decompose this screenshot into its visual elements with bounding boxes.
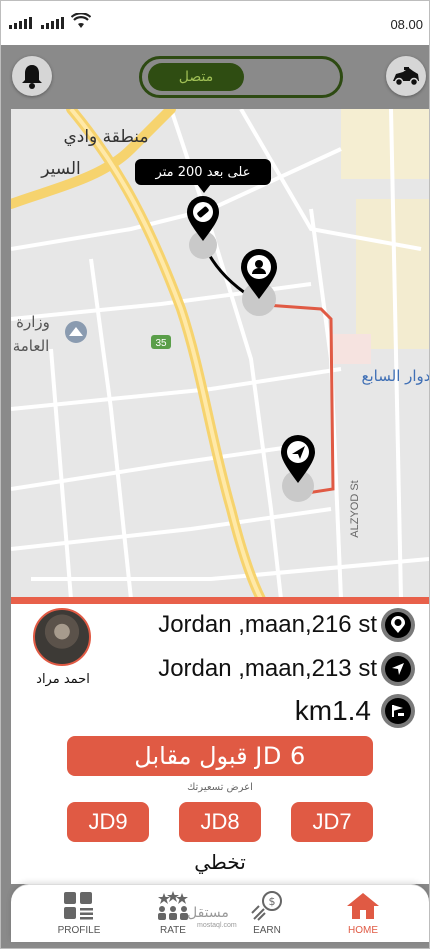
pickup-row: Jordan ,maan,216 st xyxy=(158,608,415,642)
signal-icon-secondary xyxy=(41,15,64,29)
map-label-seventh-circle: دوار السابع xyxy=(362,367,429,385)
map-label-district-2: السير xyxy=(40,159,81,179)
rider-name: احمد مراد xyxy=(36,672,90,687)
dropoff-navigation-icon xyxy=(381,652,415,686)
road-number-label: 35 xyxy=(155,338,167,349)
price-option-jd7[interactable]: JD7 xyxy=(291,802,373,842)
online-status-label: متصل xyxy=(148,63,244,91)
svg-text:$: $ xyxy=(269,895,276,908)
map-label-district: منطقة وادي xyxy=(63,127,148,147)
signal-icon xyxy=(9,15,32,29)
bell-icon xyxy=(22,65,42,89)
nav-profile[interactable]: PROFILE xyxy=(39,891,119,941)
nav-home-label: HOME xyxy=(348,925,378,936)
earn-coin-icon: $ xyxy=(251,891,282,921)
nav-rate-label: RATE xyxy=(160,925,186,936)
map-label-street: ALZYOD St xyxy=(349,480,361,537)
price-option-jd9[interactable]: JD9 xyxy=(67,802,149,842)
nav-profile-label: PROFILE xyxy=(57,925,101,936)
watermark-url: mostaql.com xyxy=(197,922,237,929)
distance-tooltip: على بعد 200 متر xyxy=(135,159,271,193)
map-divider-bar xyxy=(11,597,429,604)
dropoff-address: Jordan ,maan,213 st xyxy=(158,655,377,682)
home-icon xyxy=(347,893,379,919)
distance-flag-icon xyxy=(381,694,415,728)
distance-row: km1.4 xyxy=(295,694,415,728)
offer-price-label: اعرض تسعيرتك xyxy=(187,782,253,793)
pickup-address: Jordan ,maan,216 st xyxy=(158,611,377,638)
route-map[interactable]: 35 منطقة وادي السير وزارة العامة دوار ال… xyxy=(11,109,429,599)
nav-earn-label: EARN xyxy=(253,925,281,936)
nav-earn[interactable]: $ EARN xyxy=(227,891,307,941)
dropoff-row: Jordan ,maan,213 st xyxy=(158,652,415,686)
app-header: متصل xyxy=(1,45,429,107)
rate-stars-icon xyxy=(158,891,188,920)
online-status-toggle[interactable]: متصل xyxy=(139,56,343,98)
wifi-icon xyxy=(71,13,91,28)
price-option-jd8[interactable]: JD8 xyxy=(179,802,261,842)
pickup-person-icon xyxy=(381,608,415,642)
notifications-button[interactable] xyxy=(12,56,52,96)
trip-distance: km1.4 xyxy=(294,695,371,726)
status-time: 08.00 xyxy=(390,17,423,32)
trip-request-panel: احمد مراد Jordan ,maan,216 st Jordan ,ma… xyxy=(11,604,429,884)
rider-avatar[interactable] xyxy=(33,608,91,666)
status-bar: 08.00 xyxy=(1,1,429,45)
profile-grid-icon xyxy=(64,892,93,920)
accept-ride-button[interactable]: قبول مقابل JD 6 xyxy=(67,736,373,776)
map-label-ministry: وزارة xyxy=(16,313,50,331)
watermark-logo: مستقل xyxy=(187,905,229,921)
phone-screen: 08.00 متصل 35 منطقة وادي السير وزارة الع… xyxy=(0,0,430,949)
driver-car-button[interactable] xyxy=(386,56,426,96)
skip-button[interactable]: تخطي xyxy=(11,850,429,874)
map-label-ministry-2: العامة xyxy=(13,337,50,355)
nav-home[interactable]: HOME xyxy=(323,891,403,941)
car-icon xyxy=(393,67,419,87)
